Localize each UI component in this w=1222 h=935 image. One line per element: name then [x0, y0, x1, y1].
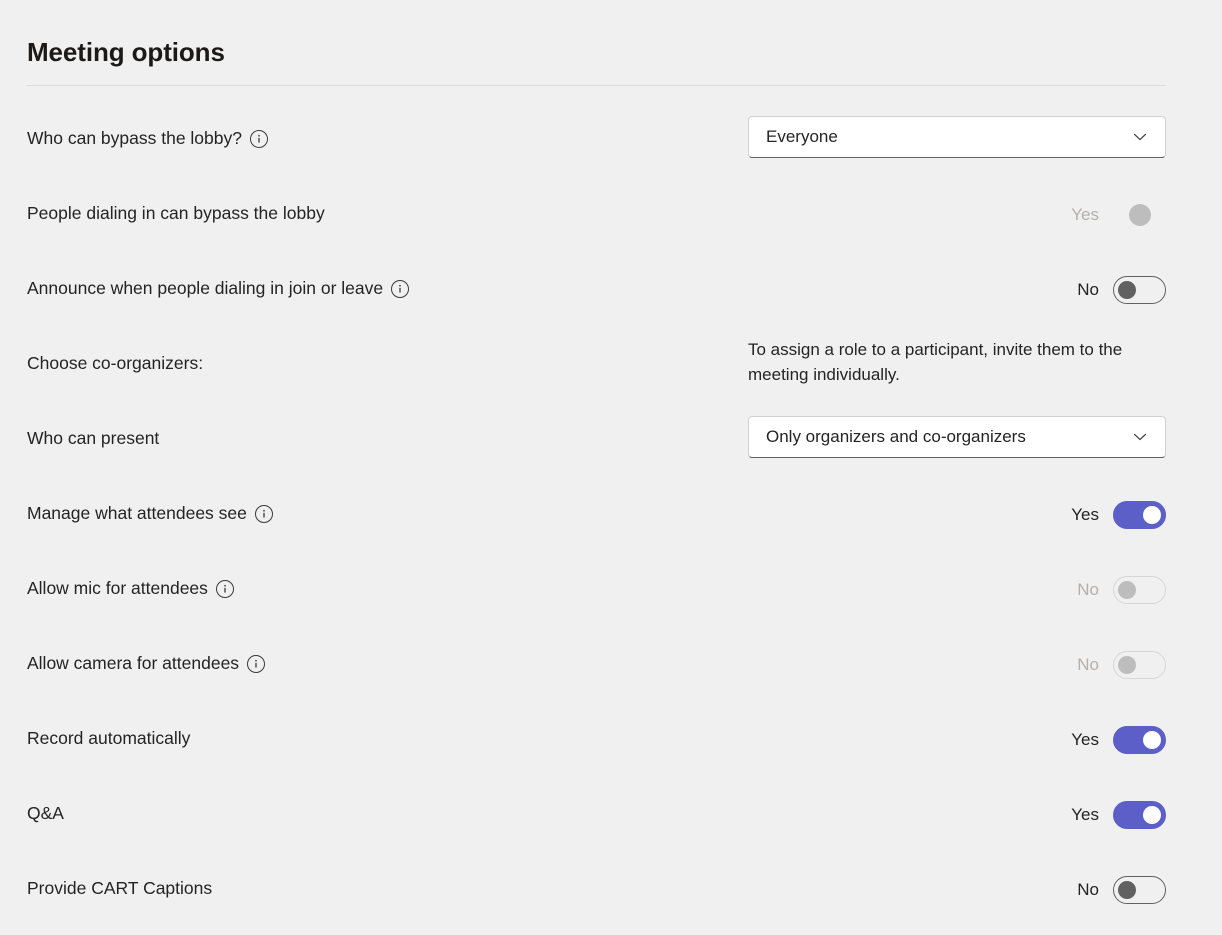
option-label-text: Provide CART Captions	[27, 878, 213, 898]
toggle-state-label: Yes	[1071, 805, 1099, 824]
option-row-allow-camera-for-attendees: Allow camera for attendees No	[0, 621, 1222, 696]
toggle-record-automatically[interactable]	[1113, 726, 1166, 754]
option-control-allow-camera-for-attendees: No	[1067, 621, 1166, 679]
toggle-manage-what-attendees-see[interactable]	[1113, 501, 1166, 529]
toggle-provide-cart-captions[interactable]	[1113, 876, 1166, 904]
toggle-state-label: No	[1077, 655, 1099, 674]
option-label-record-automatically: Record automatically	[27, 696, 190, 750]
helper-text-choose-co-organizers: To assign a role to a participant, invit…	[748, 340, 1123, 384]
toggle-announce-when-people-dialing-in-join-or-leave[interactable]	[1113, 276, 1166, 304]
toggle-thumb	[1118, 656, 1136, 674]
option-row-manage-what-attendees-see: Manage what attendees see Yes	[0, 471, 1222, 546]
option-label-allow-mic-for-attendees: Allow mic for attendees	[27, 546, 234, 600]
title-divider	[27, 85, 1166, 86]
toggle-group-record-automatically: Yes	[1067, 726, 1166, 754]
meeting-options-page: Meeting options Who can bypass the lobby…	[0, 0, 1222, 935]
option-label-people-dialing-in-can-bypass-lobby: People dialing in can bypass the lobby	[27, 171, 325, 225]
option-label-text: Allow camera for attendees	[27, 653, 240, 673]
toggle-group-q-and-a: Yes	[1067, 801, 1166, 829]
option-label-text: Record automatically	[27, 728, 191, 748]
toggle-thumb	[1143, 506, 1161, 524]
option-control-provide-cart-captions: No	[1067, 846, 1166, 904]
info-icon[interactable]	[391, 280, 410, 298]
option-label-q-and-a: Q&A	[27, 771, 64, 825]
toggle-group-allow-camera-for-attendees: No	[1067, 651, 1166, 679]
option-control-q-and-a: Yes	[1067, 771, 1166, 829]
option-row-who-can-present: Who can present Only organizers and co-or…	[0, 396, 1222, 471]
toggle-thumb	[1118, 881, 1136, 899]
toggle-people-dialing-in-can-bypass-lobby	[1113, 201, 1166, 229]
option-label-who-can-bypass-lobby: Who can bypass the lobby?	[27, 96, 268, 150]
option-label-text: Allow mic for attendees	[27, 578, 208, 598]
info-icon[interactable]	[250, 130, 268, 148]
option-row-q-and-a: Q&A Yes	[0, 771, 1222, 846]
toggle-state-label: Yes	[1071, 730, 1099, 749]
toggle-q-and-a[interactable]	[1113, 801, 1166, 829]
toggle-thumb	[1118, 581, 1136, 599]
toggle-state-label: No	[1077, 880, 1099, 899]
toggle-state-label: Yes	[1071, 205, 1099, 224]
toggle-state-label: No	[1077, 580, 1099, 599]
chevron-down-icon	[1129, 426, 1151, 448]
toggle-group-announce-when-people-dialing-in-join-or-leave: No	[1067, 276, 1166, 304]
chevron-down-icon	[1129, 126, 1151, 148]
option-label-announce-when-people-dialing-in-join-or-leave: Announce when people dialing in join or …	[27, 246, 410, 300]
option-label-text: Who can present	[27, 428, 160, 448]
option-label-choose-co-organizers: Choose co-organizers:	[27, 321, 203, 375]
toggle-group-manage-what-attendees-see: Yes	[1067, 501, 1166, 529]
option-label-allow-camera-for-attendees: Allow camera for attendees	[27, 621, 266, 675]
option-label-text: Announce when people dialing in join or …	[27, 278, 384, 298]
toggle-thumb	[1118, 281, 1136, 299]
option-row-provide-cart-captions: Provide CART Captions No	[0, 846, 1222, 921]
option-row-announce-when-people-dialing-in-join-or-leave: Announce when people dialing in join or …	[0, 246, 1222, 321]
dropdown-selected-value: Everyone	[766, 127, 838, 146]
option-label-text: People dialing in can bypass the lobby	[27, 203, 325, 223]
option-row-who-can-bypass-lobby: Who can bypass the lobby? Everyone	[0, 96, 1222, 171]
option-control-people-dialing-in-can-bypass-lobby: Yes	[1067, 171, 1166, 229]
info-icon[interactable]	[247, 655, 266, 673]
option-label-text: Manage what attendees see	[27, 503, 247, 523]
option-label-who-can-present: Who can present	[27, 396, 159, 450]
toggle-state-label: Yes	[1071, 505, 1099, 524]
option-control-who-can-present: Only organizers and co-organizers	[748, 396, 1166, 458]
toggle-allow-camera-for-attendees	[1113, 651, 1166, 679]
info-icon[interactable]	[254, 505, 273, 523]
option-row-record-automatically: Record automatically Yes	[0, 696, 1222, 771]
dropdown-selected-value: Only organizers and co-organizers	[766, 427, 1026, 446]
option-label-text: Who can bypass the lobby?	[27, 128, 242, 148]
option-label-text: Choose co-organizers:	[27, 353, 204, 373]
info-icon[interactable]	[215, 580, 234, 598]
toggle-state-label: No	[1077, 280, 1099, 299]
option-row-people-dialing-in-can-bypass-lobby: People dialing in can bypass the lobby Ye…	[0, 171, 1222, 246]
option-control-manage-what-attendees-see: Yes	[1067, 471, 1166, 529]
toggle-thumb	[1143, 731, 1161, 749]
option-label-provide-cart-captions: Provide CART Captions	[27, 846, 212, 900]
toggle-group-provide-cart-captions: No	[1067, 876, 1166, 904]
option-control-record-automatically: Yes	[1067, 696, 1166, 754]
option-control-who-can-bypass-lobby: Everyone	[748, 96, 1166, 158]
page-title: Meeting options	[27, 37, 225, 68]
toggle-group-people-dialing-in-can-bypass-lobby: Yes	[1067, 201, 1166, 229]
dropdown-who-can-present[interactable]: Only organizers and co-organizers	[748, 416, 1166, 458]
toggle-allow-mic-for-attendees	[1113, 576, 1166, 604]
option-label-text: Q&A	[27, 803, 64, 823]
option-control-choose-co-organizers: To assign a role to a participant, invit…	[748, 321, 1166, 387]
toggle-thumb	[1143, 806, 1161, 824]
option-control-announce-when-people-dialing-in-join-or-leave: No	[1067, 246, 1166, 304]
dropdown-who-can-bypass-lobby[interactable]: Everyone	[748, 116, 1166, 158]
toggle-group-allow-mic-for-attendees: No	[1067, 576, 1166, 604]
toggle-thumb	[1128, 204, 1151, 226]
option-row-choose-co-organizers: Choose co-organizers: To assign a role to…	[0, 321, 1222, 396]
option-control-allow-mic-for-attendees: No	[1067, 546, 1166, 604]
meeting-options-list: Who can bypass the lobby? Everyone People …	[0, 96, 1222, 921]
option-label-manage-what-attendees-see: Manage what attendees see	[27, 471, 273, 525]
option-row-allow-mic-for-attendees: Allow mic for attendees No	[0, 546, 1222, 621]
